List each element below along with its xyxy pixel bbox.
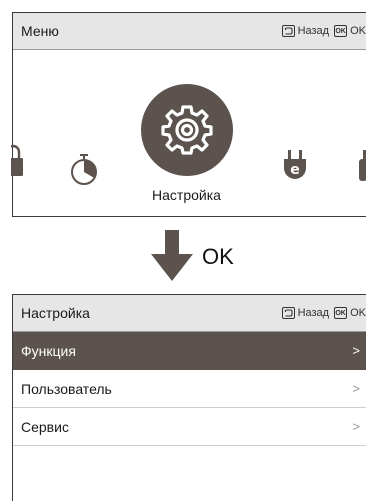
settings-title: Настройка — [21, 305, 90, 321]
ok-hint[interactable]: OK OK — [334, 307, 366, 319]
list-item-label: Пользователь — [21, 380, 112, 397]
settings-hints: Назад OK OK — [281, 295, 366, 331]
lock-icon[interactable] — [11, 144, 25, 178]
menu-hints: Назад OK OK — [281, 13, 366, 49]
selected-menu-label: Настройка — [152, 187, 221, 203]
settings-panel: Настройка Назад OK OK Функция > Пользова… — [12, 294, 366, 501]
plug-icon[interactable]: e — [281, 148, 309, 182]
chevron-right-icon: > — [352, 419, 360, 434]
ok-hint[interactable]: OK OK — [334, 25, 366, 37]
list-item-service[interactable]: Сервис > — [13, 408, 366, 446]
menu-header: Меню Назад OK OK — [13, 13, 366, 50]
menu-title: Меню — [21, 23, 59, 39]
transition-label: OK — [202, 244, 234, 269]
selected-menu-item[interactable] — [141, 84, 233, 176]
menu-carousel[interactable]: Настройка e — [11, 50, 366, 218]
list-item-label: Функция — [21, 342, 76, 359]
ok-key-icon: OK — [334, 307, 348, 319]
gear-icon — [161, 105, 213, 155]
ok-key-icon: OK — [334, 25, 348, 37]
list-item-label: Сервис — [21, 418, 69, 435]
settings-list: Функция > Пользователь > Сервис > — [13, 332, 366, 446]
list-item-function[interactable]: Функция > — [13, 332, 366, 370]
back-icon — [281, 307, 295, 319]
timer-icon[interactable] — [69, 153, 99, 185]
back-hint[interactable]: Назад — [281, 307, 330, 319]
menu-panel: Меню Назад OK OK Настройка e — [11, 12, 366, 218]
back-icon — [281, 25, 295, 37]
partial-icon[interactable] — [359, 148, 366, 182]
back-label: Назад — [297, 307, 330, 319]
ok-label: OK — [350, 25, 366, 37]
list-item-user[interactable]: Пользователь > — [13, 370, 366, 408]
settings-header: Настройка Назад OK OK — [13, 295, 366, 332]
back-label: Назад — [297, 25, 330, 37]
back-hint[interactable]: Назад — [281, 25, 330, 37]
chevron-right-icon: > — [352, 381, 360, 396]
ok-label: OK — [350, 307, 366, 319]
arrow-down-icon — [151, 230, 193, 281]
chevron-right-icon: > — [352, 343, 360, 358]
svg-text:e: e — [290, 162, 300, 178]
transition-indicator: OK — [0, 226, 366, 286]
